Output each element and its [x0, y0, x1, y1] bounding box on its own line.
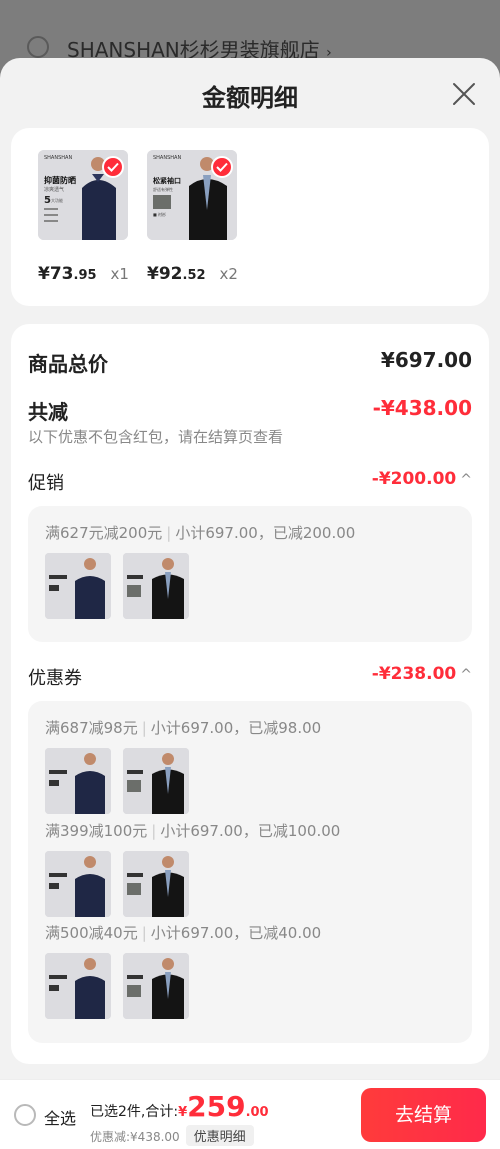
amount-detail-sheet: 金额明细 SHANSHAN 抑菌防晒 凉爽透气 5 大功能 ¥73.95 x1 …: [0, 58, 500, 1149]
product-mini-thumbnail: [45, 953, 111, 1019]
promotion-value: -¥200.00 ^: [371, 469, 472, 489]
product-price: ¥73.95 x1: [38, 264, 129, 284]
promotion-row[interactable]: 促销 -¥200.00 ^: [28, 469, 472, 495]
product-mini-thumbnail: [45, 748, 111, 814]
checkout-button[interactable]: 去结算: [361, 1088, 486, 1142]
total-row: 商品总价 ¥697.00: [28, 348, 472, 377]
product-mini-thumbnail: [45, 851, 111, 917]
price-detail-card: 商品总价 ¥697.00 共减 -¥438.00 以下优惠不包含红包，请在结算页…: [11, 324, 489, 1064]
promotion-label: 促销: [28, 473, 64, 494]
product-price: ¥92.52 x2: [147, 264, 238, 284]
selected-count-label: 已选2件,合计:: [90, 1104, 179, 1120]
coupon-rule: 满399减100元 | 小计697.00，已减100.00: [45, 822, 341, 840]
coupon-row[interactable]: 优惠券 -¥238.00 ^: [28, 664, 472, 690]
total-amount: ¥259.00: [178, 1090, 269, 1123]
discount-detail-button[interactable]: 优惠明细: [185, 1125, 254, 1146]
store-radio: [27, 36, 49, 58]
product-image-text: 大功能: [51, 197, 63, 203]
promotion-rule: 满627元减200元 | 小计697.00，已减200.00: [45, 524, 356, 542]
coupon-label: 优惠券: [28, 668, 82, 689]
total-label: 商品总价: [28, 352, 108, 376]
product-item[interactable]: SHANSHAN 松紧袖口 舒适有弹性 ■ 衬衫 ¥92.52 x2: [147, 150, 238, 284]
sheet-header: 金额明细: [0, 58, 500, 130]
product-image-text: SHANSHAN: [153, 155, 181, 161]
select-all-label[interactable]: 全选: [44, 1105, 76, 1129]
total-value: ¥697.00: [380, 348, 472, 372]
product-image-text: 5: [44, 195, 51, 206]
checkout-bar: 全选 已选2件,合计:¥259.00 优惠减:¥438.00 优惠明细 去结算: [0, 1079, 500, 1149]
promotion-detail-box: 满627元减200元 | 小计697.00，已减200.00: [28, 506, 472, 642]
coupon-value: -¥238.00 ^: [371, 664, 472, 684]
coupon-rule: 满500减40元 | 小计697.00，已减40.00: [45, 924, 322, 942]
product-image-text: 抑菌防晒: [44, 175, 76, 185]
product-image-text: ■ 衬衫: [153, 211, 166, 217]
product-mini-thumbnail: [123, 953, 189, 1019]
reduce-label: 共减: [28, 400, 68, 424]
selected-check-icon: [102, 156, 124, 178]
selected-products-card: SHANSHAN 抑菌防晒 凉爽透气 5 大功能 ¥73.95 x1 SHANS…: [11, 128, 489, 306]
close-icon: [453, 83, 475, 105]
selected-check-icon: [211, 156, 233, 178]
chevron-up-icon: ^: [460, 472, 472, 488]
select-all-checkbox[interactable]: [14, 1104, 36, 1126]
coupon-rule: 满687减98元 | 小计697.00，已减98.00: [45, 719, 322, 737]
product-thumbnail: SHANSHAN 抑菌防晒 凉爽透气 5 大功能: [38, 150, 128, 240]
close-button[interactable]: [450, 80, 478, 108]
discount-amount: 优惠减:¥438.00: [90, 1130, 180, 1144]
product-image-text: 松紧袖口: [153, 176, 181, 185]
total-summary: 已选2件,合计:¥259.00: [90, 1090, 269, 1123]
product-mini-thumbnail: [123, 851, 189, 917]
product-mini-thumbnail: [123, 748, 189, 814]
reduce-value: -¥438.00: [372, 396, 472, 420]
product-quantity: x2: [219, 265, 238, 283]
product-image-text: 凉爽透气: [44, 186, 64, 193]
coupon-detail-box: 满687减98元 | 小计697.00，已减98.00 满399减100元 | 小计69…: [28, 701, 472, 1043]
product-quantity: x1: [110, 265, 129, 283]
discount-note: 以下优惠不包含红包，请在结算页查看: [28, 428, 284, 446]
reduce-row: 共减 -¥438.00: [28, 396, 472, 425]
product-item[interactable]: SHANSHAN 抑菌防晒 凉爽透气 5 大功能 ¥73.95 x1: [38, 150, 129, 284]
product-image-text: 舒适有弹性: [153, 186, 173, 192]
product-thumbnail: SHANSHAN 松紧袖口 舒适有弹性 ■ 衬衫: [147, 150, 237, 240]
product-image-text: SHANSHAN: [44, 155, 72, 161]
chevron-up-icon: ^: [460, 667, 472, 683]
discount-summary: 优惠减:¥438.00 优惠明细: [90, 1125, 254, 1146]
sheet-title: 金额明细: [202, 84, 298, 112]
product-mini-thumbnail: [123, 553, 189, 619]
product-mini-thumbnail: [45, 553, 111, 619]
